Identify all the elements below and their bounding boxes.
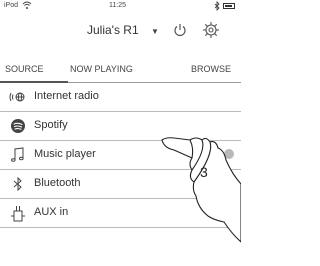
bluetooth-icon xyxy=(13,176,22,192)
callout-number: 3 xyxy=(200,164,208,180)
aux-in-icon xyxy=(11,206,25,222)
pointing-hand-callout-icon xyxy=(161,137,241,243)
tab-bar: SOURCE NOW PLAYING BROWSE xyxy=(0,56,241,83)
list-item-label: Bluetooth xyxy=(34,177,81,189)
power-icon[interactable] xyxy=(172,22,188,38)
carrier-label: iPod xyxy=(4,2,19,9)
list-item-label: Music player xyxy=(34,148,96,160)
music-note-icon xyxy=(11,147,24,162)
list-item-label: Spotify xyxy=(34,119,68,131)
list-item-internet-radio[interactable]: Internet radio xyxy=(0,83,241,111)
gear-icon[interactable] xyxy=(202,21,220,39)
tab-now-playing[interactable]: NOW PLAYING xyxy=(70,64,133,74)
chevron-down-icon[interactable]: ▼ xyxy=(151,27,159,36)
tab-source[interactable]: SOURCE xyxy=(5,64,44,74)
list-item-label: AUX in xyxy=(34,206,69,218)
internet-radio-icon xyxy=(9,92,25,102)
spotify-icon xyxy=(11,119,25,133)
battery-icon xyxy=(223,3,235,9)
clock-time: 11:25 xyxy=(109,2,126,9)
bluetooth-status-icon xyxy=(214,1,220,11)
device-name[interactable]: Julia's R1 xyxy=(87,23,139,37)
status-bar: iPod 11:25 xyxy=(0,0,241,14)
wifi-icon xyxy=(22,1,32,9)
header: Julia's R1 ▼ xyxy=(0,14,241,48)
list-item-label: Internet radio xyxy=(34,90,99,102)
tab-browse[interactable]: BROWSE xyxy=(191,64,231,74)
